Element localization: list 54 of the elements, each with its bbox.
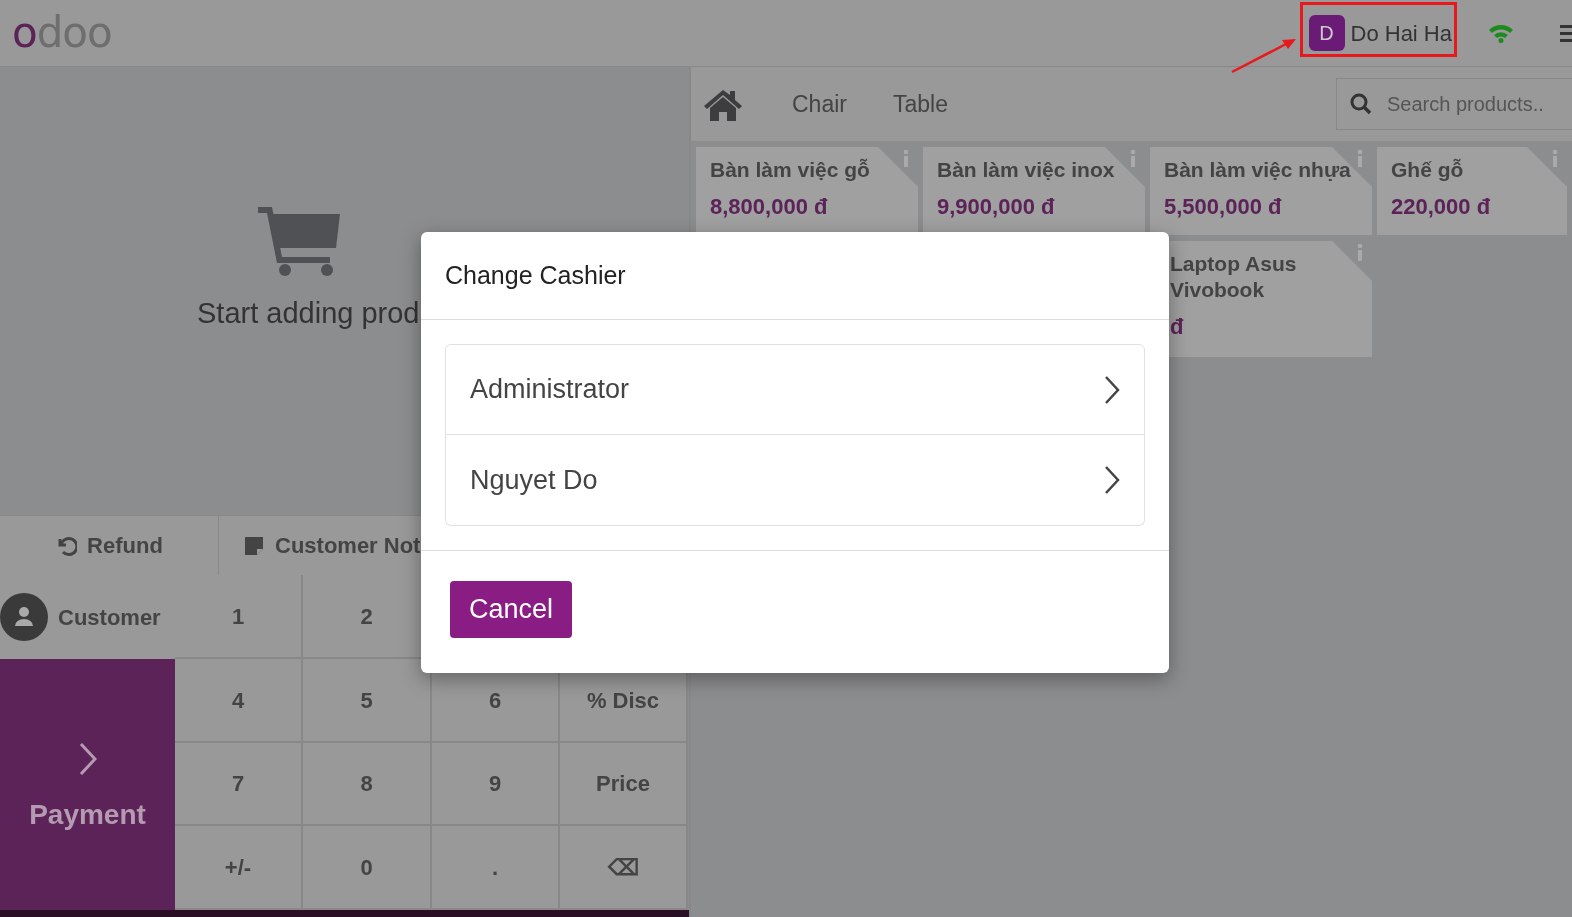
numpad-key[interactable]: 8 (303, 743, 432, 826)
product-name: Laptop Asus Vivobook (1170, 251, 1298, 304)
product-price: 9,900,000 đ (937, 193, 1055, 221)
numpad-key[interactable]: . (432, 826, 560, 910)
numpad-key[interactable]: 4 (175, 659, 303, 743)
numpad-key[interactable]: ⌫ (560, 826, 688, 910)
category-button[interactable]: Table (869, 86, 971, 122)
product-card[interactable]: Bàn làm việc nhựa 5,500,000 đ (1150, 147, 1372, 235)
category-button[interactable]: Chair (769, 86, 870, 122)
info-icon (878, 147, 918, 187)
chevron-right-icon (78, 742, 97, 776)
product-price: 5,500,000 đ (1164, 193, 1282, 221)
product-price: 8,800,000 đ (710, 193, 828, 221)
dialog-title: Change Cashier (421, 232, 1169, 320)
cashier-name: Nguyet Do (470, 463, 598, 497)
product-card[interactable]: Bàn làm việc inox 9,900,000 đ (923, 147, 1145, 235)
cashier-name: Do Hai Ha (1350, 19, 1452, 48)
numpad-key[interactable]: 7 (175, 743, 303, 826)
avatar: D (1308, 15, 1345, 51)
numpad-key[interactable]: 1 (175, 575, 303, 659)
product-name: Bàn làm việc gỗ (710, 157, 870, 183)
numpad-key[interactable]: 5 (303, 659, 432, 743)
product-name: Ghế gỗ (1391, 157, 1464, 183)
cashier-option[interactable]: Administrator (445, 344, 1145, 435)
product-card[interactable]: Ghế gỗ 220,000 đ (1377, 147, 1567, 235)
home-icon (703, 87, 743, 122)
info-icon (1527, 147, 1567, 187)
wifi-icon (1488, 23, 1514, 43)
menu-icon[interactable] (1560, 24, 1572, 42)
chevron-right-icon (1104, 374, 1120, 405)
search-field[interactable]: Search products.. (1336, 78, 1572, 130)
cart-icon (256, 206, 343, 279)
cancel-button[interactable]: Cancel (450, 581, 573, 638)
cashier-button[interactable]: D Do Hai Ha (1302, 13, 1458, 53)
numpad-key[interactable]: +/- (175, 826, 303, 910)
product-name: Bàn làm việc inox (937, 157, 1115, 183)
product-price: 220,000 đ (1391, 193, 1491, 221)
numpad-key[interactable]: 9 (432, 743, 560, 826)
product-price: đ (1170, 313, 1184, 342)
payment-button[interactable]: Payment (0, 659, 175, 910)
product-name: Bàn làm việc nhựa (1164, 157, 1351, 183)
refund-button[interactable]: Refund (0, 515, 219, 575)
chevron-right-icon (1104, 465, 1120, 495)
user-icon (0, 593, 48, 641)
customer-button[interactable]: Customer (0, 575, 175, 659)
info-icon (1332, 241, 1372, 281)
note-icon (243, 534, 265, 557)
product-card[interactable]: Bàn làm việc gỗ 8,800,000 đ (696, 147, 918, 235)
numpad-key[interactable]: 0 (303, 826, 432, 910)
cashier-name: Administrator (470, 373, 630, 407)
cashier-option[interactable]: Nguyet Do (445, 435, 1145, 526)
numpad-key[interactable]: Price (560, 743, 688, 826)
empty-order-text: Start adding prod (197, 296, 420, 332)
annotation-arrow (1230, 38, 1298, 74)
